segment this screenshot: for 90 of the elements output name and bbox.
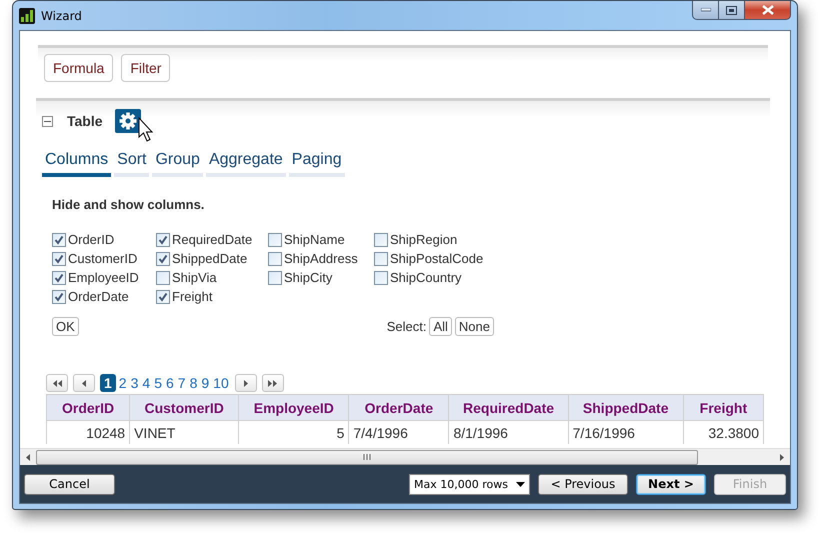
app-icon	[19, 8, 35, 24]
checkbox-label: ShipName	[284, 232, 345, 247]
tab[interactable]: Group	[152, 151, 203, 177]
checkbox-label: Freight	[172, 289, 212, 304]
double-left-arrow-icon	[52, 380, 62, 386]
collapse-toggle[interactable]	[42, 116, 53, 126]
checkbox-label: OrderID	[68, 232, 114, 247]
column-header[interactable]: CustomerID	[130, 394, 239, 420]
wizard-button[interactable]: < Previous	[538, 474, 628, 494]
page-link[interactable]: 3	[130, 375, 140, 391]
previous-page-button[interactable]	[73, 374, 95, 392]
column-header[interactable]: Freight	[683, 394, 764, 420]
checkbox[interactable]	[156, 232, 170, 246]
checkbox-label: OrderDate	[68, 289, 129, 304]
panel-heading: Hide and show columns.	[52, 197, 206, 212]
minimize-button[interactable]	[692, 1, 719, 20]
table-cell: 7/16/1996	[568, 420, 684, 444]
column-header[interactable]: OrderID	[46, 394, 130, 420]
page-link[interactable]: 1	[100, 374, 116, 392]
checkbox[interactable]	[268, 270, 282, 284]
page-link[interactable]: 6	[164, 375, 175, 391]
checkbox[interactable]	[374, 232, 388, 246]
ok-button[interactable]: OK	[52, 317, 79, 336]
minimize-icon	[700, 8, 710, 12]
checkbox[interactable]	[374, 270, 388, 284]
checkbox[interactable]	[156, 252, 170, 266]
column-header[interactable]: RequiredDate	[448, 394, 568, 420]
checkbox[interactable]	[52, 232, 66, 246]
checkbox[interactable]	[268, 252, 282, 266]
checkbox[interactable]	[156, 270, 170, 284]
toolbar-button[interactable]: Filter	[121, 54, 170, 82]
table-cell: 5	[238, 420, 349, 444]
page-link[interactable]: 10	[212, 375, 230, 391]
checkbox[interactable]	[374, 252, 388, 266]
checkbox[interactable]	[268, 232, 282, 246]
section-title: Table	[67, 113, 103, 129]
page-link[interactable]: 8	[188, 375, 198, 391]
settings-icon[interactable]	[114, 109, 141, 133]
checkbox-label: EmployeeID	[68, 270, 139, 285]
page-link[interactable]: 7	[176, 375, 187, 391]
double-right-arrow-icon	[268, 380, 278, 386]
table-cell: 32.3800	[683, 420, 764, 444]
tab[interactable]: Columns	[42, 151, 112, 177]
select-label: Select:	[386, 319, 426, 334]
column-header[interactable]: ShippedDate	[568, 394, 684, 420]
checkbox[interactable]	[52, 290, 66, 304]
close-icon	[762, 5, 774, 15]
wizard-button[interactable]: Next >	[636, 474, 706, 494]
close-button[interactable]	[745, 1, 791, 20]
tab[interactable]: Paging	[288, 151, 345, 177]
maximize-icon	[726, 6, 737, 14]
page-link[interactable]: 4	[141, 375, 152, 391]
checkbox-label: ShipPostalCode	[390, 251, 484, 266]
checkbox-label: ShipCity	[284, 270, 332, 285]
checkbox[interactable]	[52, 270, 66, 284]
checkbox[interactable]	[52, 252, 66, 266]
select-button[interactable]: All	[429, 317, 452, 336]
select-button[interactable]: None	[454, 317, 494, 336]
toolbar-button[interactable]: Formula	[44, 54, 114, 82]
table-cell: 10248	[46, 420, 130, 444]
checkbox-label: ShipCountry	[390, 270, 462, 285]
tab[interactable]: Sort	[114, 151, 150, 177]
left-arrow-icon	[82, 380, 86, 386]
table-cell: 7/4/1996	[348, 420, 449, 444]
next-page-button[interactable]	[234, 374, 257, 392]
cancel-button[interactable]: Cancel	[24, 474, 115, 494]
first-page-button[interactable]	[46, 374, 68, 392]
checkbox-label: ShippedDate	[172, 251, 248, 266]
table-cell: 8/1/1996	[448, 420, 568, 444]
checkbox-label: RequiredDate	[172, 232, 252, 247]
table-cell: VINET	[130, 420, 239, 444]
checkbox[interactable]	[156, 290, 170, 304]
window-title: Wizard	[41, 8, 83, 22]
page-link[interactable]: 9	[200, 375, 210, 391]
checkbox-label: ShipRegion	[390, 232, 458, 247]
horizontal-scrollbar[interactable]	[20, 448, 790, 465]
checkbox-label: ShipAddress	[284, 251, 358, 266]
column-header[interactable]: OrderDate	[348, 394, 449, 420]
scroll-thumb[interactable]	[36, 450, 698, 464]
column-header[interactable]: EmployeeID	[238, 394, 349, 420]
dropdown-arrow-icon	[516, 482, 525, 486]
right-arrow-icon	[244, 380, 248, 386]
checkbox-label: CustomerID	[68, 251, 138, 266]
last-page-button[interactable]	[262, 374, 284, 392]
page-link[interactable]: 5	[153, 375, 163, 391]
page-link[interactable]: 2	[118, 375, 128, 391]
tab[interactable]: Aggregate	[206, 151, 286, 177]
checkbox-label: ShipVia	[172, 270, 217, 285]
row-limit-dropdown[interactable]: Max 10,000 rows	[409, 474, 530, 494]
maximize-button[interactable]	[719, 1, 745, 20]
